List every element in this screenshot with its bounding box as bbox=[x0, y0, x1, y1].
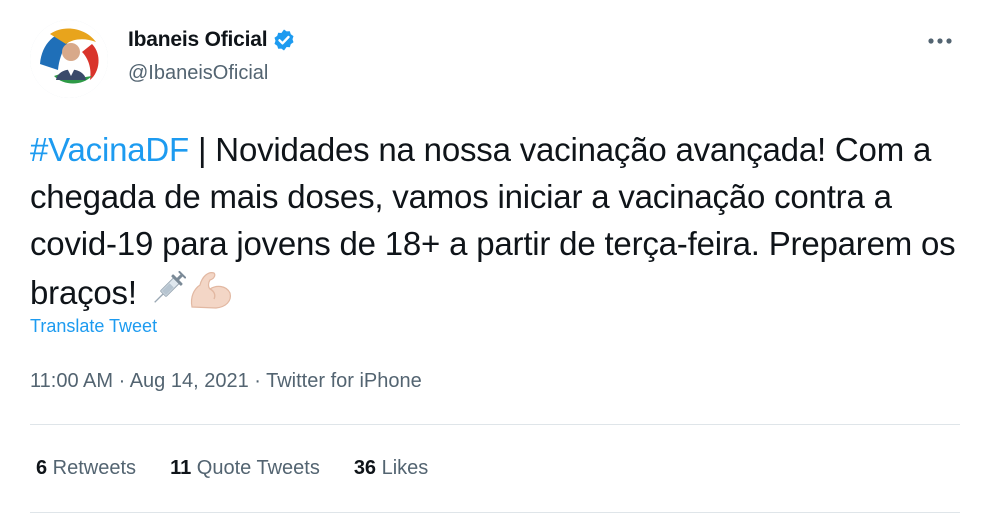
tweet-date[interactable]: Aug 14, 2021 bbox=[130, 370, 249, 392]
meta-separator: · bbox=[248, 370, 267, 392]
tweet-card: Ibaneis Oficial @IbaneisOficial #VacinaD… bbox=[0, 0, 984, 518]
tweet-source[interactable]: Twitter for iPhone bbox=[266, 370, 422, 392]
translate-tweet-link[interactable]: Translate Tweet bbox=[30, 316, 157, 337]
likes-stat[interactable]: 36 Likes bbox=[354, 457, 429, 480]
tweet-stats: 6 Retweets 11 Quote Tweets 36 Likes bbox=[36, 457, 462, 480]
retweets-count: 6 bbox=[36, 457, 48, 479]
tweet-text: #VacinaDF | Novidades na nossa vacinação… bbox=[30, 126, 960, 323]
divider bbox=[30, 424, 960, 425]
likes-label: Likes bbox=[376, 457, 429, 479]
likes-count: 36 bbox=[353, 457, 377, 479]
retweets-label: Retweets bbox=[47, 457, 137, 479]
meta-separator: · bbox=[113, 370, 130, 392]
tweet-time[interactable]: 11:00 AM bbox=[30, 370, 113, 392]
quote-tweets-label: Quote Tweets bbox=[191, 457, 320, 479]
quote-tweets-stat[interactable]: 11 Quote Tweets bbox=[170, 457, 320, 480]
hashtag-link[interactable]: #VacinaDF bbox=[30, 131, 189, 168]
verified-badge-icon bbox=[272, 28, 296, 52]
author-name-row: Ibaneis Oficial bbox=[128, 28, 296, 52]
more-options-icon[interactable] bbox=[920, 26, 960, 56]
profile-avatar[interactable] bbox=[30, 20, 108, 98]
quote-tweets-count: 11 bbox=[170, 457, 192, 479]
flexed-biceps-emoji bbox=[186, 267, 234, 323]
tweet-metadata: 11:00 AM · Aug 14, 2021 · Twitter for iP… bbox=[30, 370, 422, 393]
author-handle[interactable]: @IbaneisOficial bbox=[128, 62, 268, 85]
author-display-name[interactable]: Ibaneis Oficial bbox=[128, 28, 268, 52]
retweets-stat[interactable]: 6 Retweets bbox=[36, 457, 136, 480]
divider bbox=[30, 512, 960, 513]
